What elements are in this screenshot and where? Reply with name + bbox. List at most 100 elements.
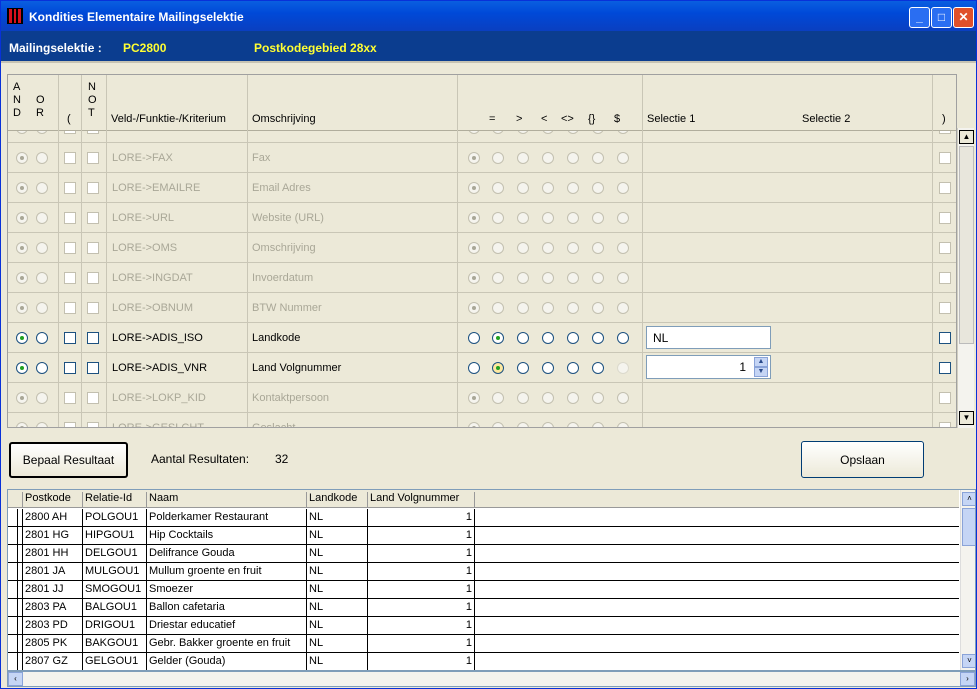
op-radio[interactable]	[468, 182, 480, 194]
op-radio[interactable]	[492, 242, 504, 254]
op-radio[interactable]	[617, 302, 629, 314]
paren-open-checkbox[interactable]	[64, 362, 76, 374]
not-checkbox[interactable]	[87, 392, 99, 404]
paren-open-checkbox[interactable]	[64, 242, 76, 254]
op-radio[interactable]	[542, 332, 554, 344]
op-radio[interactable]	[468, 272, 480, 284]
op-radio[interactable]	[592, 392, 604, 404]
not-checkbox[interactable]	[87, 152, 99, 164]
spin-down-icon[interactable]: ▼	[754, 367, 768, 377]
op-radio[interactable]	[567, 131, 579, 134]
op-radio[interactable]	[517, 302, 529, 314]
op-radio[interactable]	[492, 152, 504, 164]
op-radio[interactable]	[468, 131, 480, 134]
criteria-scrollbar[interactable]: ▲ ▼	[957, 128, 974, 428]
op-radio[interactable]	[517, 332, 529, 344]
op-radio[interactable]	[592, 332, 604, 344]
and-radio[interactable]	[16, 212, 28, 224]
paren-close-checkbox[interactable]	[939, 392, 951, 404]
op-radio[interactable]	[468, 392, 480, 404]
and-radio[interactable]	[16, 332, 28, 344]
op-radio[interactable]	[617, 332, 629, 344]
not-checkbox[interactable]	[87, 272, 99, 284]
and-radio[interactable]	[16, 242, 28, 254]
table-row[interactable]: 2801 HH DELGOU1 Delifrance Gouda NL 1	[8, 545, 959, 563]
not-checkbox[interactable]	[87, 302, 99, 314]
op-radio[interactable]	[567, 332, 579, 344]
op-radio[interactable]	[567, 182, 579, 194]
criteria-row[interactable]: LORE->GESLCHT Geslacht	[8, 413, 956, 427]
minimize-button[interactable]: _	[909, 7, 930, 28]
paren-open-checkbox[interactable]	[64, 182, 76, 194]
and-radio[interactable]	[16, 152, 28, 164]
or-radio[interactable]	[36, 212, 48, 224]
and-radio[interactable]	[16, 182, 28, 194]
table-row[interactable]: 2801 JJ SMOGOU1 Smoezer NL 1	[8, 581, 959, 599]
paren-close-checkbox[interactable]	[939, 242, 951, 254]
bepaal-resultaat-button[interactable]: Bepaal Resultaat	[9, 442, 128, 478]
criteria-row[interactable]: LORE->TELEX Telex	[8, 131, 956, 143]
table-row[interactable]: 2805 PK BAKGOU1 Gebr. Bakker groente en fr…	[8, 635, 959, 653]
criteria-row[interactable]: LORE->FAX Fax	[8, 143, 956, 173]
op-radio[interactable]	[617, 242, 629, 254]
op-radio[interactable]	[617, 362, 629, 374]
not-checkbox[interactable]	[87, 332, 99, 344]
op-radio[interactable]	[542, 242, 554, 254]
op-radio[interactable]	[468, 302, 480, 314]
paren-close-checkbox[interactable]	[939, 332, 951, 344]
paren-open-checkbox[interactable]	[64, 131, 76, 134]
scroll-left-icon[interactable]: ‹	[8, 672, 23, 686]
criteria-row[interactable]: LORE->OBNUM BTW Nummer	[8, 293, 956, 323]
paren-close-checkbox[interactable]	[939, 422, 951, 427]
op-radio[interactable]	[617, 131, 629, 134]
op-radio[interactable]	[542, 362, 554, 374]
paren-open-checkbox[interactable]	[64, 422, 76, 427]
op-radio[interactable]	[517, 362, 529, 374]
selectie-1-input[interactable]: NL	[646, 326, 771, 349]
op-radio[interactable]	[592, 131, 604, 134]
paren-open-checkbox[interactable]	[64, 272, 76, 284]
spin-up-icon[interactable]: ▲	[754, 357, 768, 367]
table-row[interactable]: 2800 AH POLGOU1 Polderkamer Restaurant NL 1	[8, 509, 959, 527]
close-button[interactable]: ✕	[953, 7, 974, 28]
op-radio[interactable]	[592, 422, 604, 427]
paren-open-checkbox[interactable]	[64, 302, 76, 314]
table-row[interactable]: 2803 PD DRIGOU1 Driestar educatief NL 1	[8, 617, 959, 635]
maximize-button[interactable]: □	[931, 7, 952, 28]
paren-open-checkbox[interactable]	[64, 332, 76, 344]
op-radio[interactable]	[492, 332, 504, 344]
op-radio[interactable]	[567, 302, 579, 314]
or-radio[interactable]	[36, 152, 48, 164]
op-radio[interactable]	[468, 422, 480, 427]
op-radio[interactable]	[567, 212, 579, 224]
paren-open-checkbox[interactable]	[64, 212, 76, 224]
paren-close-checkbox[interactable]	[939, 362, 951, 374]
op-radio[interactable]	[542, 212, 554, 224]
op-radio[interactable]	[617, 212, 629, 224]
op-radio[interactable]	[542, 131, 554, 134]
op-radio[interactable]	[617, 422, 629, 427]
or-radio[interactable]	[36, 272, 48, 284]
criteria-row[interactable]: LORE->ADIS_VNR Land Volgnummer 1 ▲ ▼	[8, 353, 956, 383]
op-radio[interactable]	[517, 392, 529, 404]
paren-close-checkbox[interactable]	[939, 152, 951, 164]
paren-close-checkbox[interactable]	[939, 212, 951, 224]
criteria-row[interactable]: LORE->EMAILRE Email Adres	[8, 173, 956, 203]
paren-close-checkbox[interactable]	[939, 272, 951, 284]
op-radio[interactable]	[592, 362, 604, 374]
op-radio[interactable]	[492, 131, 504, 134]
op-radio[interactable]	[592, 272, 604, 284]
op-radio[interactable]	[567, 392, 579, 404]
and-radio[interactable]	[16, 362, 28, 374]
op-radio[interactable]	[567, 242, 579, 254]
or-radio[interactable]	[36, 131, 48, 134]
op-radio[interactable]	[517, 422, 529, 427]
results-scroll-thumb[interactable]	[962, 508, 975, 546]
op-radio[interactable]	[517, 131, 529, 134]
paren-close-checkbox[interactable]	[939, 302, 951, 314]
and-radio[interactable]	[16, 272, 28, 284]
opslaan-button[interactable]: Opslaan	[801, 441, 924, 478]
or-radio[interactable]	[36, 392, 48, 404]
not-checkbox[interactable]	[87, 362, 99, 374]
results-hscrollbar[interactable]: ‹ ›	[7, 671, 976, 687]
